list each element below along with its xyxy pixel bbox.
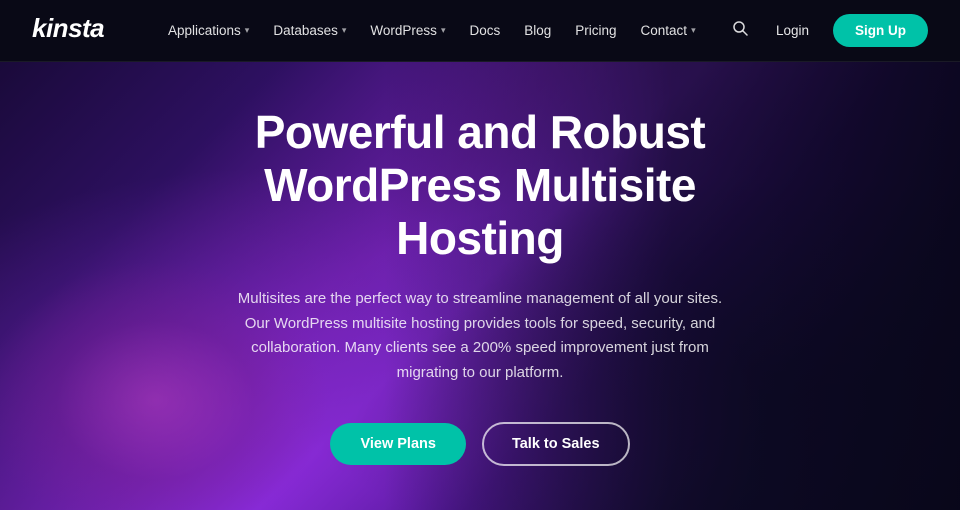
signup-button[interactable]: Sign Up <box>833 14 928 47</box>
navbar: kinsta Applications ▾ Databases ▾ WordPr… <box>0 0 960 62</box>
nav-links: Applications ▾ Databases ▾ WordPress ▾ D… <box>158 17 728 44</box>
chevron-down-icon: ▾ <box>245 25 250 36</box>
chevron-down-icon: ▾ <box>342 25 347 36</box>
svg-text:kinsta: kinsta <box>32 13 104 43</box>
search-icon[interactable] <box>728 16 752 45</box>
chevron-down-icon: ▾ <box>441 25 446 36</box>
site-logo[interactable]: kinsta <box>32 13 122 49</box>
hero-content: Powerful and Robust WordPress Multisite … <box>170 106 790 466</box>
hero-section: Powerful and Robust WordPress Multisite … <box>0 62 960 510</box>
nav-contact[interactable]: Contact ▾ <box>631 17 706 44</box>
nav-databases[interactable]: Databases ▾ <box>263 17 356 44</box>
nav-blog[interactable]: Blog <box>514 17 561 44</box>
nav-docs[interactable]: Docs <box>459 17 510 44</box>
hero-cta-group: View Plans Talk to Sales <box>190 422 770 466</box>
login-button[interactable]: Login <box>768 17 817 44</box>
view-plans-button[interactable]: View Plans <box>330 423 466 465</box>
nav-applications[interactable]: Applications ▾ <box>158 17 259 44</box>
chevron-down-icon: ▾ <box>691 25 696 36</box>
nav-wordpress[interactable]: WordPress ▾ <box>360 17 455 44</box>
nav-pricing[interactable]: Pricing <box>565 17 626 44</box>
hero-subtitle: Multisites are the perfect way to stream… <box>230 287 730 386</box>
hero-title: Powerful and Robust WordPress Multisite … <box>190 106 770 265</box>
talk-to-sales-button[interactable]: Talk to Sales <box>482 422 630 466</box>
nav-actions: Login Sign Up <box>728 14 928 47</box>
